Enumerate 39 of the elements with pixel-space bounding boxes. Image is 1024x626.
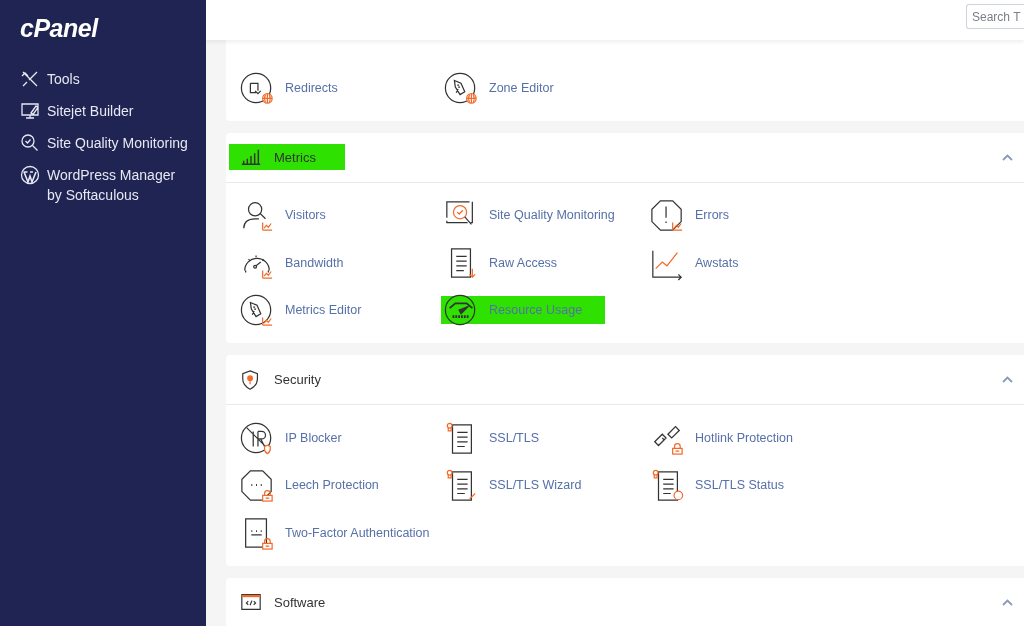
tool-link[interactable]: Raw Access (441, 248, 581, 277)
sidebar-item[interactable]: Sitejet Builder (20, 101, 190, 121)
tool-link[interactable]: SSL/TLS (441, 423, 563, 452)
tool-link[interactable]: Two-Factor Authentication (237, 518, 453, 547)
tool-link[interactable]: Errors (647, 201, 753, 230)
rocket-icon (240, 292, 274, 329)
tool-link[interactable]: IP Blocker (237, 423, 365, 452)
section-toggle[interactable]: Metrics (229, 144, 345, 170)
tool-link[interactable]: Bandwidth (237, 248, 367, 277)
tool-link[interactable]: SSL/TLS Status (647, 471, 807, 500)
octagon-icon (650, 197, 684, 234)
tool-link[interactable]: SSL/TLS Wizard (441, 471, 605, 500)
octagon-icon (240, 467, 274, 504)
wordpress-icon (20, 165, 40, 185)
section-toggle[interactable]: Security (229, 366, 350, 393)
sidebar-item[interactable]: Site Quality Monitoring (20, 133, 190, 153)
certificate-icon (444, 467, 478, 504)
code-window-icon (240, 591, 262, 613)
tool-link[interactable]: Metrics Editor (237, 296, 385, 325)
collapse-icon[interactable] (1002, 376, 1013, 383)
tool-link[interactable]: Leech Protection (237, 471, 402, 500)
cpanel-logo[interactable]: cPanel (20, 13, 98, 43)
tool-link[interactable]: Zone Editor (441, 73, 577, 102)
collapse-icon[interactable] (1002, 598, 1013, 606)
tool-link[interactable]: Visitors (237, 201, 349, 230)
sidebar-item[interactable]: WordPress Manager by Softaculous (20, 165, 190, 205)
sidebar-item[interactable]: Tools (20, 69, 190, 89)
tool-link[interactable]: Redirects (237, 73, 361, 102)
section-toggle[interactable]: Software (229, 589, 355, 615)
tool-link[interactable]: Site Quality Monitoring (441, 201, 638, 230)
magnifier-icon (20, 133, 40, 153)
search-field[interactable]: Search T (966, 4, 1024, 29)
certificate-icon (650, 467, 684, 504)
tools-icon (20, 69, 40, 89)
tool-link[interactable]: Hotlink Protection (647, 423, 816, 452)
tool-link[interactable]: Resource Usage (441, 296, 606, 325)
collapse-icon[interactable] (1002, 153, 1013, 161)
monitor-icon (20, 101, 40, 121)
tool-link[interactable]: Awstats (647, 248, 762, 277)
